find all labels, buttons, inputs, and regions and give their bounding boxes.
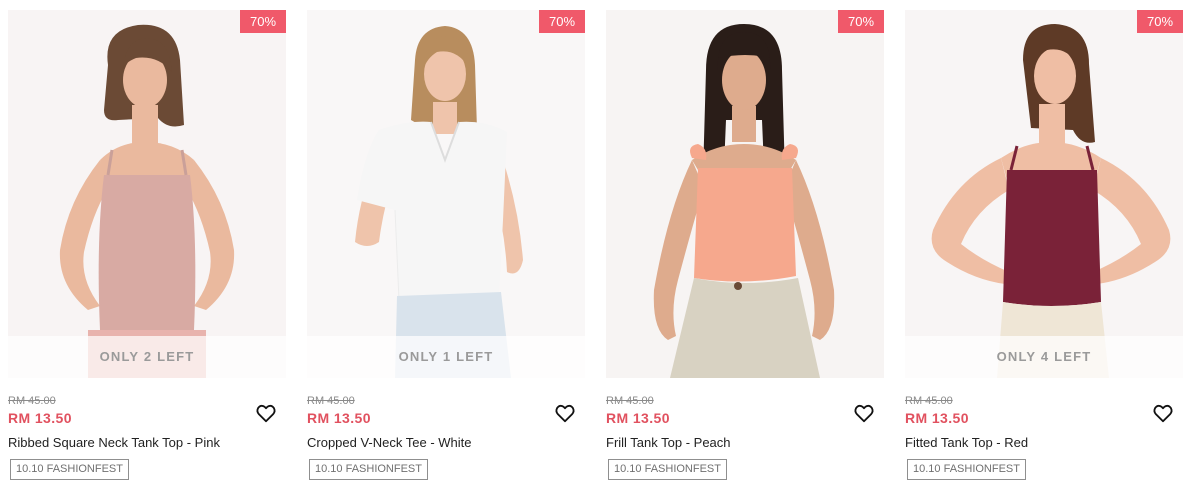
wishlist-button[interactable] (255, 402, 277, 424)
original-price: RM 45.00 (905, 395, 953, 407)
product-image[interactable]: 70% ONLY 2 LEFT (8, 10, 286, 378)
discount-badge: 70% (539, 10, 585, 33)
stock-label: ONLY 4 LEFT (905, 336, 1183, 378)
heart-outline-icon (256, 404, 276, 423)
product-title[interactable]: Frill Tank Top - Peach (606, 435, 731, 450)
promo-tag[interactable]: 10.10 FASHIONFEST (10, 459, 129, 480)
product-card: 70% ONLY 4 LEFT RM 45.00 RM 13.50 Fitted… (905, 0, 1189, 484)
discount-badge: 70% (240, 10, 286, 33)
product-card: 70% RM 45.00 RM 13.50 Frill Tank Top - P… (606, 0, 890, 484)
sale-price: RM 13.50 (606, 410, 670, 426)
product-grid: 70% ONLY 2 LEFT RM 45.00 RM 13.50 Ribbed… (0, 0, 1200, 484)
product-title[interactable]: Fitted Tank Top - Red (905, 435, 1028, 450)
discount-badge: 70% (1137, 10, 1183, 33)
original-price: RM 45.00 (606, 395, 654, 407)
wishlist-button[interactable] (853, 402, 875, 424)
heart-outline-icon (555, 404, 575, 423)
original-price: RM 45.00 (307, 395, 355, 407)
product-image[interactable]: 70% (606, 10, 884, 378)
product-card: 70% ONLY 1 LEFT RM 45.00 RM 13.50 Croppe… (307, 0, 591, 484)
sale-price: RM 13.50 (905, 410, 969, 426)
wishlist-button[interactable] (1152, 402, 1174, 424)
product-card: 70% ONLY 2 LEFT RM 45.00 RM 13.50 Ribbed… (8, 0, 292, 484)
sale-price: RM 13.50 (8, 410, 72, 426)
promo-tag[interactable]: 10.10 FASHIONFEST (907, 459, 1026, 480)
wishlist-button[interactable] (554, 402, 576, 424)
stock-label: ONLY 1 LEFT (307, 336, 585, 378)
sale-price: RM 13.50 (307, 410, 371, 426)
promo-tag[interactable]: 10.10 FASHIONFEST (309, 459, 428, 480)
model-photo (307, 10, 585, 378)
heart-outline-icon (1153, 404, 1173, 423)
model-photo (8, 10, 286, 378)
original-price: RM 45.00 (8, 395, 56, 407)
product-title[interactable]: Ribbed Square Neck Tank Top - Pink (8, 435, 220, 450)
discount-badge: 70% (838, 10, 884, 33)
promo-tag[interactable]: 10.10 FASHIONFEST (608, 459, 727, 480)
stock-label: ONLY 2 LEFT (8, 336, 286, 378)
product-image[interactable]: 70% ONLY 4 LEFT (905, 10, 1183, 378)
model-photo (606, 10, 884, 378)
product-image[interactable]: 70% ONLY 1 LEFT (307, 10, 585, 378)
product-title[interactable]: Cropped V-Neck Tee - White (307, 435, 472, 450)
model-photo (905, 10, 1183, 378)
heart-outline-icon (854, 404, 874, 423)
